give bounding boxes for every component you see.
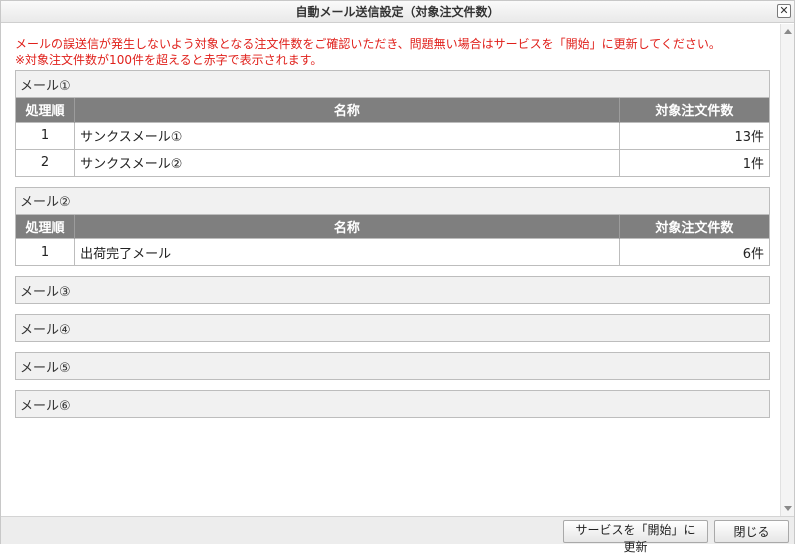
mail-section-header[interactable]: メール④: [15, 314, 770, 342]
cell-name: 出荷完了メール: [74, 238, 620, 266]
mail-section-title: メール②: [20, 195, 71, 210]
column-header-count: 対象注文件数: [619, 98, 770, 122]
close-icon[interactable]: ✕: [777, 4, 791, 18]
mail-section: メール③: [15, 276, 770, 304]
table-row: 1 サンクスメール① 13件: [15, 121, 770, 149]
dialog-title: 自動メール送信設定（対象注文件数）: [295, 5, 500, 19]
mail-section-title: メール①: [20, 78, 71, 94]
notice-message: メールの誤送信が発生しないよう対象となる注文件数をご確認いただき、問題無い場合は…: [15, 36, 775, 68]
dialog-content: メールの誤送信が発生しないよう対象となる注文件数をご確認いただき、問題無い場合は…: [1, 24, 794, 516]
column-header-name: 名称: [74, 98, 620, 122]
notice-line-1: メールの誤送信が発生しないよう対象となる注文件数をご確認いただき、問題無い場合は…: [15, 37, 721, 51]
dialog-titlebar: 自動メール送信設定（対象注文件数） ✕: [1, 1, 794, 23]
mail-section-header[interactable]: メール⑤: [15, 352, 770, 380]
column-header-count: 対象注文件数: [619, 214, 770, 239]
dialog-window: 自動メール送信設定（対象注文件数） ✕ メールの誤送信が発生しないよう対象となる…: [0, 0, 795, 554]
column-header-order: 処理順: [15, 214, 76, 239]
notice-line-2: ※対象注文件数が100件を超えると赤字で表示されます。: [15, 53, 323, 67]
mail-section: メール④: [15, 314, 770, 342]
start-service-button[interactable]: サービスを「開始」に更新: [563, 520, 708, 554]
close-button[interactable]: 閉じる: [714, 520, 789, 543]
cell-order: 1: [15, 121, 76, 149]
cell-order: 1: [15, 238, 76, 266]
mail-section: メール① 処理順 名称 対象注文件数 1 サンクスメール① 13件 2 サンクスメール② 1件: [15, 70, 770, 177]
mail-section: メール⑤: [15, 352, 770, 380]
mail-section-title: メール⑥: [20, 398, 71, 414]
mail-table: 処理順 名称 対象注文件数 1 サンクスメール① 13件 2 サンクスメール② 1件: [15, 98, 770, 177]
cell-name: サンクスメール②: [74, 148, 620, 176]
mail-section-header[interactable]: メール③: [15, 276, 770, 304]
table-row: 2 サンクスメール② 1件: [15, 148, 770, 176]
table-row: 1 出荷完了メール 6件: [15, 238, 770, 266]
cell-name: サンクスメール①: [74, 121, 620, 149]
column-header-order: 処理順: [15, 98, 76, 122]
mail-section-title: メール④: [20, 322, 71, 338]
mail-section-header[interactable]: メール②: [15, 186, 770, 215]
mail-section: メール⑥: [15, 390, 770, 418]
mail-section-title: メール⑤: [20, 360, 71, 376]
cell-count: 6件: [619, 238, 770, 266]
scroll-down-arrow-icon[interactable]: [784, 506, 792, 511]
mail-section-header[interactable]: メール⑥: [15, 390, 770, 418]
scroll-up-arrow-icon[interactable]: [784, 29, 792, 34]
column-header-name: 名称: [74, 214, 620, 239]
cell-count: 13件: [619, 121, 770, 149]
mail-section: メール② 処理順 名称 対象注文件数 1 出荷完了メール 6件: [15, 186, 770, 266]
vertical-scrollbar[interactable]: [780, 24, 794, 516]
dialog-footer: サービスを「開始」に更新 閉じる: [1, 516, 794, 554]
mail-sections: メール① 処理順 名称 対象注文件数 1 サンクスメール① 13件 2 サンクスメール② 1件 メー…: [15, 70, 770, 428]
cell-count: 1件: [619, 148, 770, 176]
cell-order: 2: [15, 148, 76, 176]
mail-section-header[interactable]: メール①: [15, 70, 770, 98]
mail-table: 処理順 名称 対象注文件数 1 出荷完了メール 6件: [15, 214, 770, 266]
mail-section-title: メール③: [20, 284, 71, 300]
